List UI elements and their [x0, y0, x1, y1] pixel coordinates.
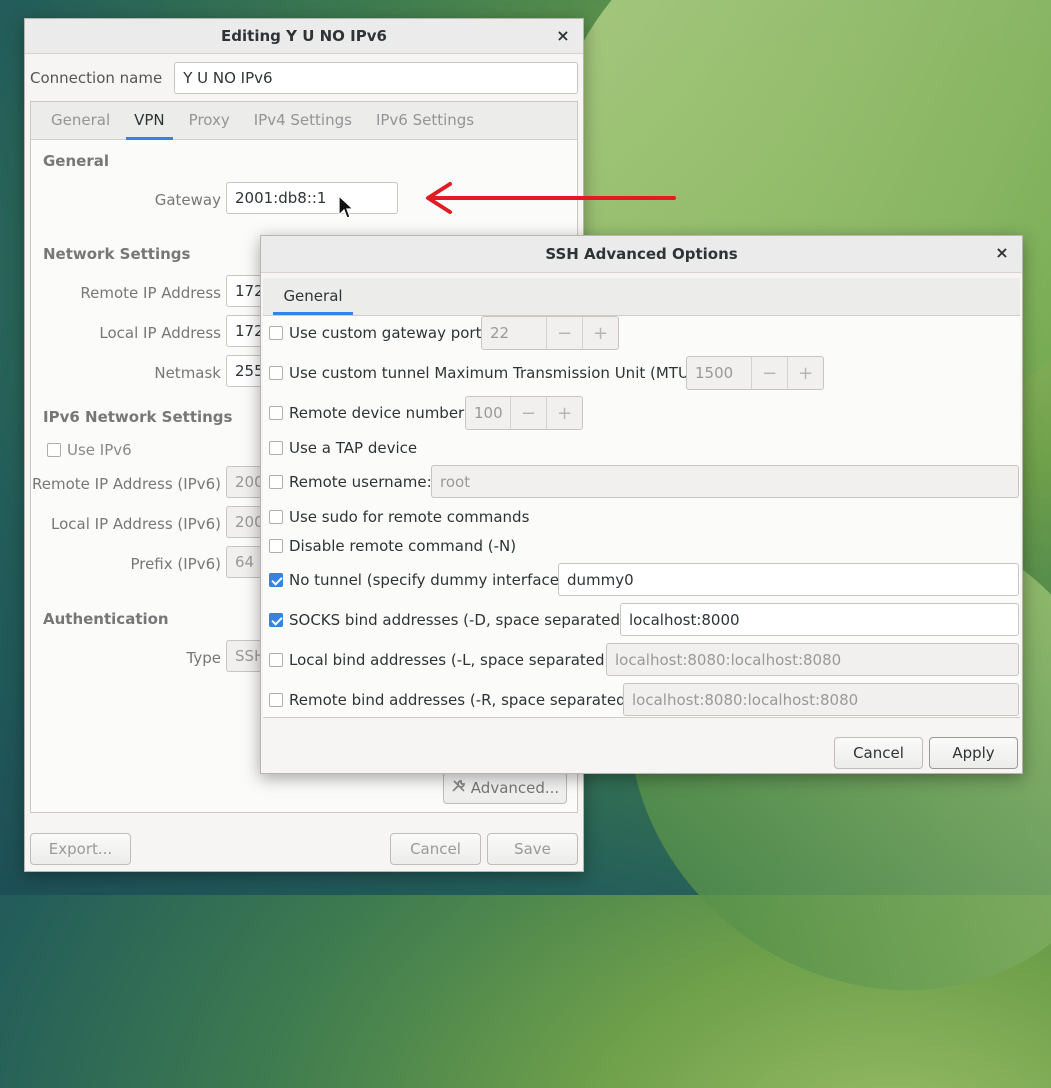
remote-username-row: Remote username: [269, 465, 432, 499]
tab-proxy[interactable]: Proxy [177, 102, 242, 139]
tab-ipv6-settings[interactable]: IPv6 Settings [364, 102, 486, 139]
mtu-row: Use custom tunnel Maximum Transmission U… [269, 356, 700, 390]
increment-button[interactable]: + [546, 397, 582, 429]
no-tunnel-label: No tunnel (specify dummy interface): [289, 571, 570, 589]
window-title: Editing Y U NO IPv6 [221, 27, 387, 45]
prefix-label: Prefix (IPv6) [130, 555, 221, 573]
remote-ip-label: Remote IP Address [80, 284, 221, 302]
remote-username-field[interactable]: root [431, 465, 1019, 498]
gateway-field[interactable]: 2001:db8::1 [226, 182, 398, 214]
remote-username-label: Remote username: [289, 473, 432, 491]
tab-bar: General VPN Proxy IPv4 Settings IPv6 Set… [31, 102, 577, 140]
connection-name-label: Connection name [30, 69, 163, 87]
tab-general[interactable]: General [273, 278, 353, 315]
socks-bind-checkbox[interactable] [269, 613, 283, 627]
export-button[interactable]: Export... [30, 833, 131, 865]
device-number-value: 100 [474, 404, 503, 422]
dummy-interface-field[interactable]: dummy0 [558, 563, 1019, 596]
remote-bind-row: Remote bind addresses (-R, space separat… [269, 683, 637, 717]
cancel-button[interactable]: Cancel [834, 737, 923, 769]
mtu-spinner[interactable]: 1500 − + [686, 356, 824, 390]
no-tunnel-row: No tunnel (specify dummy interface): [269, 563, 570, 597]
gateway-port-spinner[interactable]: 22 − + [481, 316, 619, 350]
save-button[interactable]: Save [487, 833, 578, 865]
network-settings-heading: Network Settings [43, 245, 191, 263]
device-number-row: Remote device number: [269, 396, 469, 430]
cancel-button[interactable]: Cancel [390, 833, 481, 865]
dialog-tab-bar: General [263, 278, 1020, 316]
local-ipv6-label: Local IP Address (IPv6) [51, 515, 221, 533]
increment-button[interactable]: + [787, 357, 823, 389]
mtu-label: Use custom tunnel Maximum Transmission U… [289, 364, 700, 382]
advanced-button-label: Advanced... [470, 779, 560, 797]
dialog-title: SSH Advanced Options [545, 245, 738, 263]
device-number-label: Remote device number: [289, 404, 470, 422]
local-bind-row: Local bind addresses (-L, space separate… [269, 643, 615, 677]
increment-button[interactable]: + [582, 317, 618, 349]
device-number-checkbox[interactable] [269, 406, 283, 420]
decrement-button[interactable]: − [546, 317, 582, 349]
decrement-button[interactable]: − [751, 357, 787, 389]
gateway-label: Gateway [154, 191, 221, 209]
socks-bind-label: SOCKS bind addresses (-D, space separate… [289, 611, 631, 629]
decrement-button[interactable]: − [510, 397, 546, 429]
close-icon[interactable]: × [992, 243, 1012, 263]
remote-ipv6-label: Remote IP Address (IPv6) [32, 475, 221, 493]
disable-remote-command-checkbox[interactable] [269, 539, 283, 553]
local-bind-label: Local bind addresses (-L, space separate… [289, 651, 616, 669]
socks-bind-row: SOCKS bind addresses (-D, space separate… [269, 603, 631, 637]
mtu-value: 1500 [695, 364, 734, 382]
local-ip-label: Local IP Address [99, 324, 221, 342]
disable-remote-command-row: Disable remote command (-N) [269, 529, 516, 563]
remote-bind-field[interactable]: localhost:8080:localhost:8080 [623, 683, 1019, 716]
options-panel: Use custom gateway port: 22 − + Use cust… [263, 316, 1020, 718]
tap-device-row: Use a TAP device [269, 431, 417, 465]
gateway-port-value: 22 [490, 324, 510, 342]
no-tunnel-checkbox[interactable] [269, 573, 283, 587]
gateway-port-checkbox[interactable] [269, 326, 283, 340]
tap-device-checkbox[interactable] [269, 441, 283, 455]
mtu-checkbox[interactable] [269, 366, 283, 380]
remote-username-checkbox[interactable] [269, 475, 283, 489]
use-ipv6-row[interactable]: Use IPv6 [47, 441, 132, 459]
apply-button[interactable]: Apply [929, 737, 1018, 769]
sudo-label: Use sudo for remote commands [289, 508, 530, 526]
connection-name-field[interactable]: Y U NO IPv6 [174, 62, 578, 94]
auth-type-label: Type [186, 649, 221, 667]
dialog-titlebar[interactable]: SSH Advanced Options × [261, 236, 1022, 273]
remote-bind-label: Remote bind addresses (-R, space separat… [289, 691, 637, 709]
tab-general[interactable]: General [39, 102, 122, 139]
gateway-port-label: Use custom gateway port: [289, 324, 487, 342]
tab-vpn[interactable]: VPN [122, 102, 177, 140]
disable-remote-command-label: Disable remote command (-N) [289, 537, 517, 555]
socks-bind-field[interactable]: localhost:8000 [620, 603, 1019, 636]
local-bind-checkbox[interactable] [269, 653, 283, 667]
use-ipv6-label: Use IPv6 [67, 441, 132, 459]
general-section-heading: General [43, 152, 109, 170]
netmask-label: Netmask [154, 364, 221, 382]
mouse-pointer-icon [338, 195, 354, 219]
ssh-advanced-options-dialog: SSH Advanced Options × General Use custo… [260, 235, 1023, 774]
remote-bind-checkbox[interactable] [269, 693, 283, 707]
ipv6-settings-heading: IPv6 Network Settings [43, 408, 233, 426]
window-titlebar[interactable]: Editing Y U NO IPv6 × [25, 19, 583, 54]
sudo-checkbox[interactable] [269, 510, 283, 524]
connection-name-row: Connection name Y U NO IPv6 [30, 61, 578, 95]
advanced-button[interactable]: Advanced... [443, 772, 567, 804]
wrench-icon [451, 778, 467, 798]
authentication-heading: Authentication [43, 610, 169, 628]
gateway-port-row: Use custom gateway port: [269, 316, 487, 350]
local-bind-field[interactable]: localhost:8080:localhost:8080 [606, 643, 1019, 676]
annotation-arrow [426, 182, 676, 214]
device-number-spinner[interactable]: 100 − + [465, 396, 583, 430]
use-ipv6-checkbox[interactable] [47, 443, 61, 457]
tab-ipv4-settings[interactable]: IPv4 Settings [242, 102, 364, 139]
close-icon[interactable]: × [553, 26, 573, 46]
tap-device-label: Use a TAP device [289, 439, 418, 457]
